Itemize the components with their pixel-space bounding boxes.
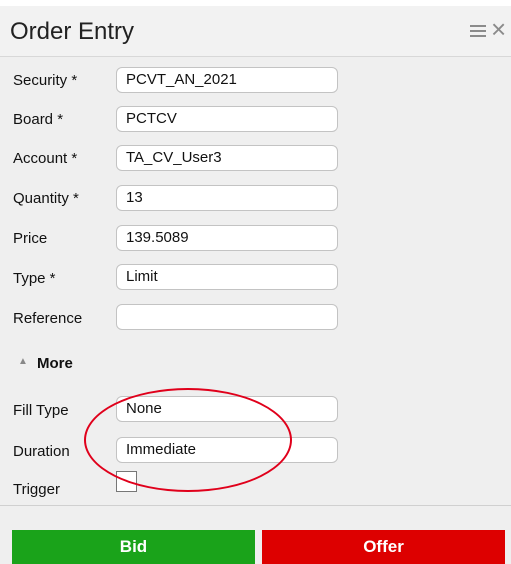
duration-label: Duration [13,443,70,460]
price-input[interactable]: 139.5089 [116,225,338,251]
more-label: More [37,355,73,372]
trigger-label: Trigger [13,481,60,498]
hamburger-menu-icon[interactable] [470,24,486,38]
quantity-input[interactable]: 13 [116,185,338,211]
offer-button[interactable]: Offer [262,530,505,564]
caret-up-icon: ▲ [18,356,28,367]
divider [0,505,511,506]
board-label: Board * [13,111,64,128]
close-icon[interactable]: × [491,16,506,42]
security-label: Security * [13,72,78,89]
trigger-checkbox[interactable] [116,471,137,492]
type-select[interactable]: Limit [116,264,338,290]
more-toggle[interactable]: ▲ More [13,354,113,376]
price-label: Price [13,230,48,247]
window-title: Order Entry [10,18,135,45]
security-input[interactable]: PCVT_AN_2021 [116,67,338,93]
reference-input[interactable] [116,304,338,330]
type-label: Type * [13,270,56,287]
fill-type-label: Fill Type [13,402,69,419]
reference-label: Reference [13,310,83,327]
board-input[interactable]: PCTCV [116,106,338,132]
duration-select[interactable]: Immediate [116,437,338,463]
account-input[interactable]: TA_CV_User3 [116,145,338,171]
fill-type-select[interactable]: None [116,396,338,422]
bid-button[interactable]: Bid [12,530,255,564]
account-label: Account * [13,150,78,167]
title-bar: Order Entry × [0,6,511,57]
quantity-label: Quantity * [13,190,79,207]
